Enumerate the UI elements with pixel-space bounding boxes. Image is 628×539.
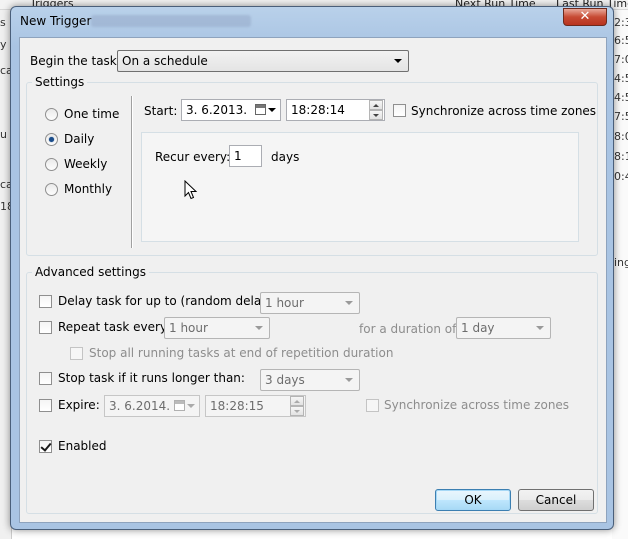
repeat-task-label: Repeat task every:	[58, 320, 171, 334]
spin-up-icon[interactable]	[290, 396, 304, 406]
stop-running-tasks-label: Stop all running tasks at end of repetit…	[89, 346, 394, 360]
expire-label: Expire:	[58, 398, 100, 412]
bg-fragment: ing	[614, 256, 628, 269]
enabled-checkbox[interactable]	[39, 440, 52, 453]
bg-fragment: y	[0, 38, 7, 51]
settings-group-title: Settings	[32, 75, 88, 89]
stop-if-longer-checkbox[interactable]	[39, 372, 52, 385]
bg-fragment: 4:5	[614, 91, 628, 104]
begin-task-value: On a schedule	[122, 54, 208, 68]
expire-date-value: 3. 6.2014.	[109, 399, 171, 413]
duration-select[interactable]: 1 day	[456, 317, 551, 339]
stop-running-tasks-checkbox[interactable]	[70, 347, 83, 360]
bg-fragment: 8:0	[614, 130, 628, 143]
bg-fragment: 0:4	[614, 170, 628, 183]
delay-task-checkbox[interactable]	[39, 295, 52, 308]
radio-monthly[interactable]	[45, 183, 58, 196]
enabled-label: Enabled	[58, 439, 107, 453]
begin-task-label: Begin the task:	[30, 54, 121, 68]
chevron-down-icon	[187, 404, 195, 408]
bg-fragment: s	[0, 16, 6, 29]
calendar-icon	[255, 104, 266, 115]
stop-if-longer-label: Stop task if it runs longer than:	[58, 371, 245, 385]
repeat-task-value: 1 hour	[169, 321, 208, 335]
sync-time-zones-label: Synchronize across time zones	[411, 104, 597, 118]
repeat-task-checkbox[interactable]	[39, 321, 52, 334]
recur-every-input[interactable]: 1	[229, 145, 262, 167]
spin-down-icon[interactable]	[290, 406, 304, 416]
radio-monthly-label: Monthly	[64, 182, 113, 196]
chevron-down-icon	[252, 321, 266, 335]
spin-down-icon[interactable]	[369, 110, 383, 120]
dialog-title: New Trigger	[20, 14, 92, 28]
radio-daily[interactable]	[45, 133, 58, 146]
start-date-value: 3. 6.2013.	[186, 103, 248, 117]
stop-if-longer-select[interactable]: 3 days	[260, 369, 360, 391]
bg-fragment: 7:5	[614, 110, 628, 123]
recur-unit-label: days	[271, 150, 300, 164]
start-time-input[interactable]: 18:28:14	[286, 99, 385, 121]
start-time-value: 18:28:14	[291, 103, 345, 117]
chevron-down-icon	[391, 54, 405, 68]
expire-time-value: 18:28:15	[210, 399, 264, 413]
expire-date-picker[interactable]: 3. 6.2014.	[104, 395, 200, 417]
chevron-down-icon	[268, 108, 276, 112]
radio-weekly-label: Weekly	[64, 157, 108, 171]
bg-fragment: 4:5	[614, 72, 628, 85]
expire-time-spinner[interactable]	[290, 396, 304, 416]
bg-fragment: u	[0, 128, 7, 141]
radio-one-time[interactable]	[45, 108, 58, 121]
recur-every-value: 1	[234, 149, 242, 163]
bg-fragment: 6:5	[614, 34, 628, 47]
radio-daily-label: Daily	[64, 132, 95, 146]
advanced-settings-title: Advanced settings	[32, 265, 149, 279]
delay-task-label: Delay task for up to (random delay):	[58, 294, 278, 308]
expire-checkbox[interactable]	[39, 399, 52, 412]
duration-label: for a duration of:	[359, 322, 460, 336]
spin-up-icon[interactable]	[369, 100, 383, 110]
start-label: Start:	[144, 104, 178, 118]
cancel-button[interactable]: Cancel	[518, 489, 594, 511]
delay-task-select[interactable]: 1 hour	[260, 292, 360, 314]
duration-value: 1 day	[461, 321, 495, 335]
chevron-down-icon	[533, 321, 547, 335]
recurrence-panel	[141, 132, 579, 242]
blurred-title-area	[91, 15, 251, 27]
repeat-task-select[interactable]: 1 hour	[164, 317, 270, 339]
sync-time-zones-checkbox[interactable]	[393, 104, 406, 117]
expire-sync-time-zones-checkbox[interactable]	[366, 399, 379, 412]
begin-task-select[interactable]: On a schedule	[117, 50, 409, 72]
delay-task-value: 1 hour	[265, 296, 304, 310]
radio-one-time-label: One time	[64, 107, 120, 121]
dialog-client-area: Begin the task: On a schedule Settings O…	[19, 37, 607, 523]
start-date-picker[interactable]: 3. 6.2013.	[181, 99, 281, 121]
calendar-icon	[174, 400, 185, 411]
close-icon: ✕	[579, 9, 591, 24]
close-button[interactable]: ✕	[563, 8, 607, 26]
expire-time-input[interactable]: 18:28:15	[205, 395, 306, 417]
new-trigger-dialog: New Trigger ✕ Begin the task: On a sched…	[10, 6, 614, 530]
settings-separator	[131, 96, 133, 248]
background-right-panel: 2:3 6:5 7:0 4:5 4:5 7:5 8:0 8:1 0:4 ing	[612, 10, 628, 539]
bg-fragment: 2:3	[614, 16, 628, 29]
expire-sync-time-zones-label: Synchronize across time zones	[384, 398, 570, 412]
chevron-down-icon	[342, 373, 356, 387]
start-time-spinner[interactable]	[369, 100, 383, 120]
bg-fragment: 7:0	[614, 53, 628, 66]
stop-if-longer-value: 3 days	[265, 373, 305, 387]
bg-fragment: 8:1	[614, 150, 628, 163]
chevron-down-icon	[342, 296, 356, 310]
recur-every-label: Recur every:	[155, 150, 231, 164]
ok-button[interactable]: OK	[435, 489, 511, 511]
radio-weekly[interactable]	[45, 158, 58, 171]
